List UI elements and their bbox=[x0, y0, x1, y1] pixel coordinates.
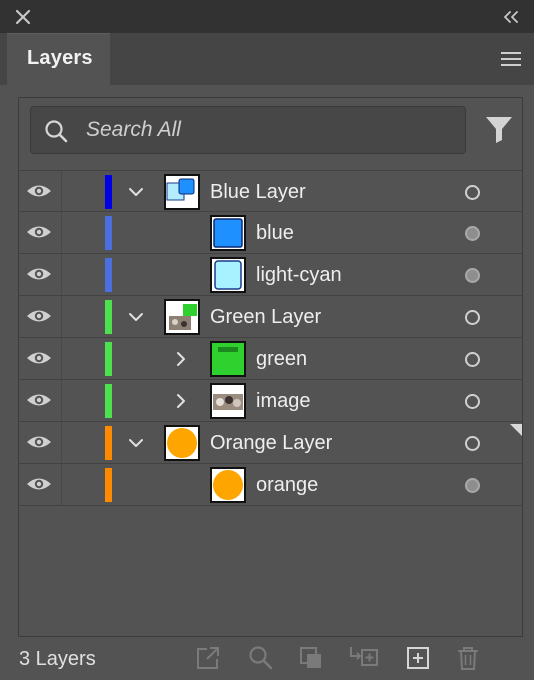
panel-titlebar bbox=[0, 0, 534, 33]
target-circle-icon[interactable] bbox=[465, 436, 480, 451]
layer-thumbnail bbox=[210, 383, 246, 419]
create-sublayer-icon[interactable] bbox=[348, 645, 380, 671]
search-icon bbox=[45, 120, 68, 143]
layer-color-swatch bbox=[105, 216, 112, 250]
new-layer-icon[interactable] bbox=[405, 645, 431, 671]
layer-color-swatch bbox=[105, 384, 112, 418]
layer-name[interactable]: Blue Layer bbox=[210, 181, 306, 204]
panel-footer: 3 Layers bbox=[0, 638, 534, 680]
chevron-down-icon[interactable] bbox=[127, 183, 145, 201]
layer-thumbnail bbox=[210, 215, 246, 251]
layer-thumbnail bbox=[210, 341, 246, 377]
layer-name[interactable]: green bbox=[256, 348, 307, 371]
sublayer-row[interactable]: green bbox=[19, 338, 522, 380]
sublayer-row[interactable]: image bbox=[19, 380, 522, 422]
chevron-right-icon[interactable] bbox=[172, 392, 190, 410]
layer-row[interactable]: Blue Layer bbox=[19, 170, 522, 213]
layer-thumbnail bbox=[164, 174, 200, 210]
layer-thumbnail bbox=[210, 467, 246, 503]
delete-icon[interactable] bbox=[455, 645, 481, 671]
collapse-panel-icon[interactable] bbox=[500, 6, 522, 28]
lock-column[interactable] bbox=[61, 422, 62, 464]
layer-thumbnail bbox=[164, 299, 200, 335]
target-circle-icon[interactable] bbox=[465, 352, 480, 367]
visibility-eye-icon[interactable] bbox=[26, 222, 52, 242]
panel-menu-icon[interactable] bbox=[499, 49, 523, 69]
visibility-eye-icon[interactable] bbox=[26, 264, 52, 284]
visibility-eye-icon[interactable] bbox=[26, 432, 52, 452]
target-circle-icon[interactable] bbox=[465, 394, 480, 409]
layer-count: 3 Layers bbox=[19, 648, 96, 670]
visibility-eye-icon[interactable] bbox=[26, 390, 52, 410]
selection-corner-marker bbox=[510, 424, 522, 436]
visibility-eye-icon[interactable] bbox=[26, 474, 52, 494]
tab-layers-label: Layers bbox=[27, 47, 93, 69]
layer-color-swatch bbox=[105, 175, 112, 209]
lock-column[interactable] bbox=[61, 338, 62, 380]
target-circle-icon[interactable] bbox=[465, 268, 480, 283]
layer-name[interactable]: Green Layer bbox=[210, 306, 321, 329]
layer-color-swatch bbox=[105, 342, 112, 376]
search-input[interactable] bbox=[86, 115, 446, 145]
lock-column[interactable] bbox=[61, 380, 62, 422]
lock-column[interactable] bbox=[61, 296, 62, 338]
layer-color-swatch bbox=[105, 468, 112, 502]
panel-tabbar: Layers bbox=[0, 33, 534, 85]
sublayer-row[interactable]: light-cyan bbox=[19, 254, 522, 296]
close-icon[interactable] bbox=[12, 6, 34, 28]
lock-column[interactable] bbox=[61, 464, 62, 506]
clipping-mask-icon[interactable] bbox=[298, 645, 324, 671]
chevron-right-icon[interactable] bbox=[172, 350, 190, 368]
layer-name[interactable]: Orange Layer bbox=[210, 432, 332, 455]
filter-icon[interactable] bbox=[484, 114, 514, 144]
layer-thumbnail bbox=[164, 425, 200, 461]
layer-name[interactable]: orange bbox=[256, 474, 318, 497]
sublayer-row[interactable]: orange bbox=[19, 464, 522, 506]
lock-column[interactable] bbox=[61, 254, 62, 296]
layer-thumbnail bbox=[210, 257, 246, 293]
visibility-eye-icon[interactable] bbox=[26, 181, 52, 201]
visibility-eye-icon[interactable] bbox=[26, 306, 52, 326]
lock-column[interactable] bbox=[61, 171, 62, 213]
layer-color-swatch bbox=[105, 426, 112, 460]
target-circle-icon[interactable] bbox=[465, 310, 480, 325]
lock-column[interactable] bbox=[61, 212, 62, 254]
search-box[interactable] bbox=[30, 106, 466, 154]
chevron-down-icon[interactable] bbox=[127, 434, 145, 452]
target-circle-icon[interactable] bbox=[465, 478, 480, 493]
sublayer-row[interactable]: blue bbox=[19, 212, 522, 254]
layer-row[interactable]: Green Layer bbox=[19, 296, 522, 338]
layer-row[interactable]: Orange Layer bbox=[19, 422, 522, 464]
chevron-down-icon[interactable] bbox=[127, 308, 145, 326]
locate-object-icon[interactable] bbox=[248, 645, 274, 671]
layer-name[interactable]: image bbox=[256, 390, 310, 413]
layer-list: Blue Layer blue light-cyan Green Layer g… bbox=[19, 170, 522, 506]
export-icon[interactable] bbox=[195, 645, 221, 671]
tab-layers[interactable]: Layers bbox=[7, 33, 110, 85]
layer-name[interactable]: light-cyan bbox=[256, 264, 342, 287]
layer-name[interactable]: blue bbox=[256, 222, 294, 245]
target-circle-icon[interactable] bbox=[465, 185, 480, 200]
layer-color-swatch bbox=[105, 300, 112, 334]
visibility-eye-icon[interactable] bbox=[26, 348, 52, 368]
target-circle-icon[interactable] bbox=[465, 226, 480, 241]
layer-color-swatch bbox=[105, 258, 112, 292]
